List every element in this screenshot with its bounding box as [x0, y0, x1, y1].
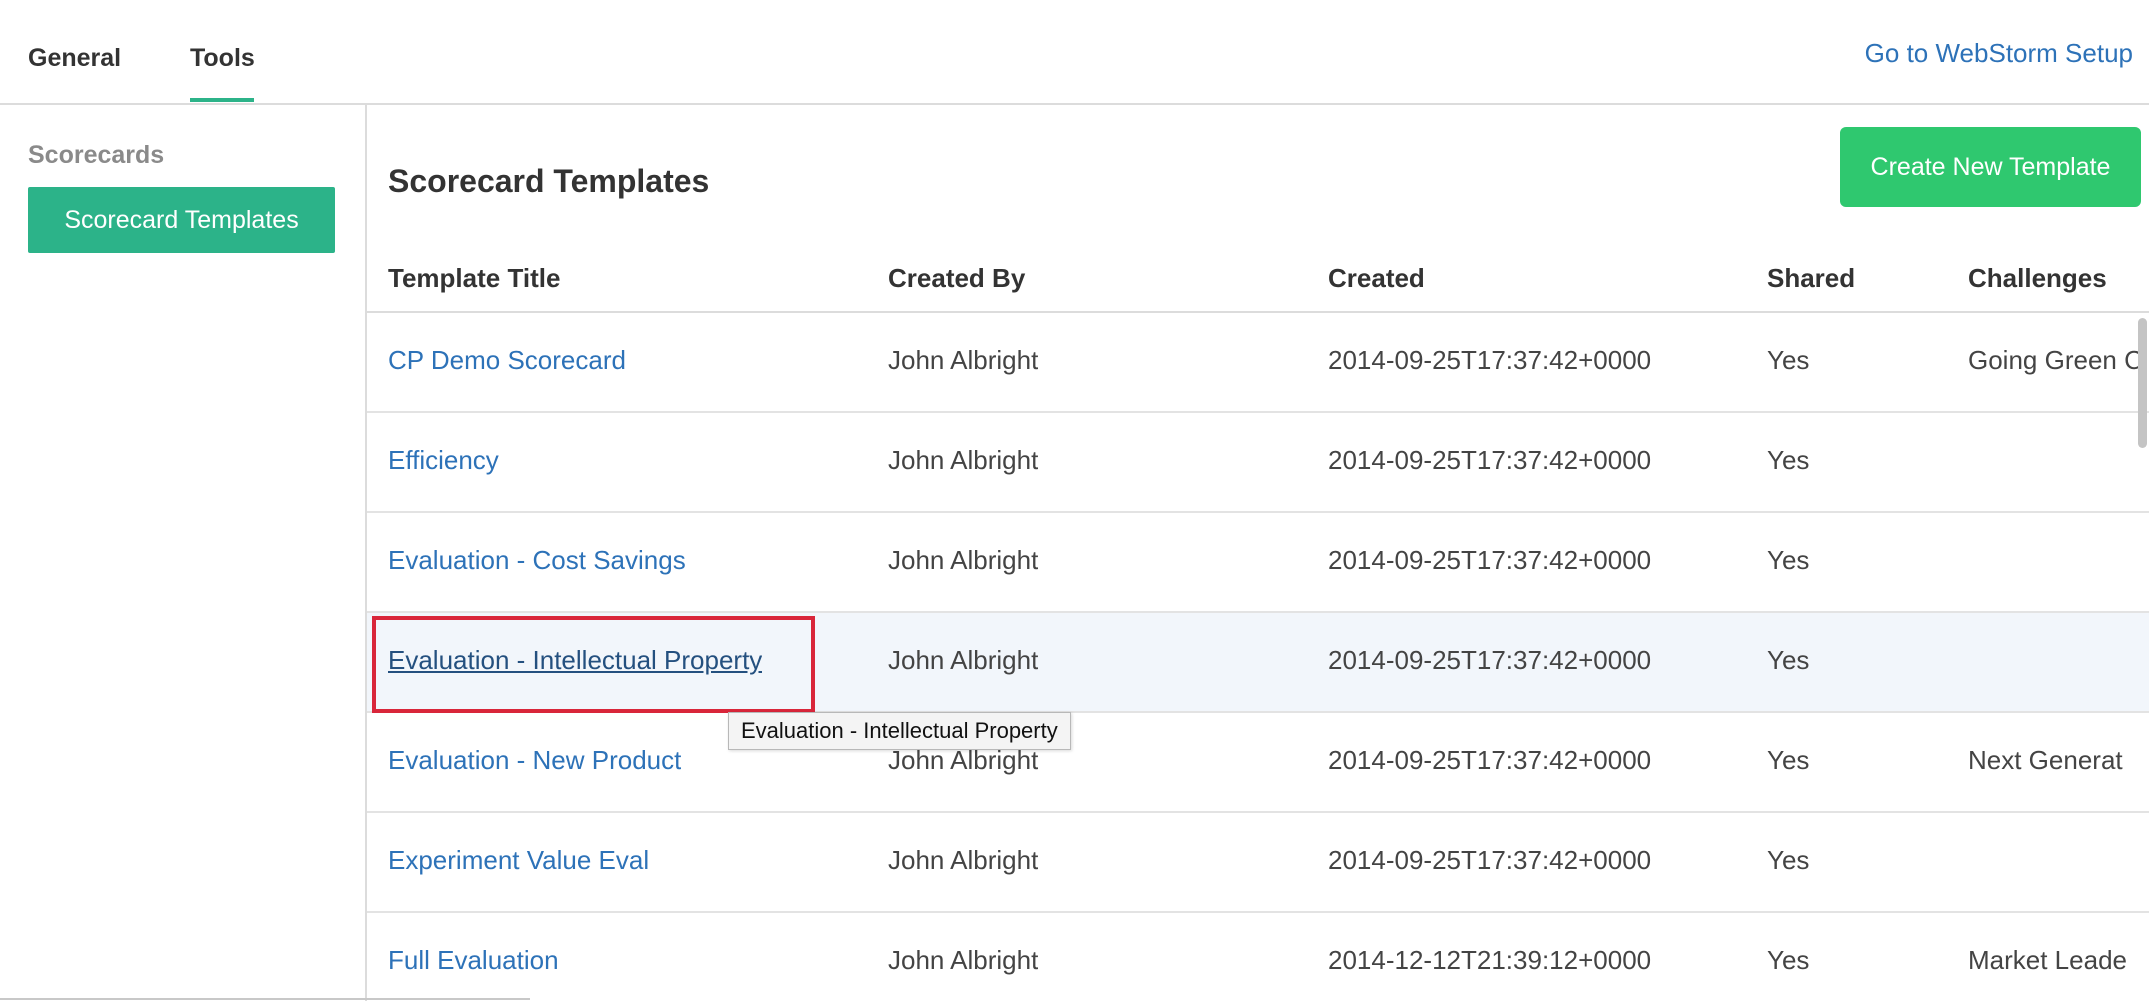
table-row-hovered: Evaluation - Intellectual Property John … — [367, 613, 2149, 713]
shared-cell: Yes — [1767, 845, 1810, 875]
created-by-cell: John Albright — [888, 845, 1039, 875]
page: General Tools Go to WebStorm Setup Score… — [0, 0, 2149, 1001]
created-by-cell: John Albright — [888, 545, 1039, 575]
setup-link[interactable]: Go to WebStorm Setup — [1865, 38, 2133, 69]
created-cell: 2014-09-25T17:37:42+0000 — [1328, 645, 1652, 675]
challenges-cell: Going Green C — [1968, 345, 2143, 375]
table-row: Experiment Value Eval John Albright 2014… — [367, 813, 2149, 913]
sidebar: Scorecards Scorecard Templates — [0, 105, 367, 1001]
top-navigation: General Tools Go to WebStorm Setup — [0, 0, 2149, 105]
template-title-link[interactable]: Evaluation - New Product — [388, 745, 681, 776]
create-new-template-button[interactable]: Create New Template — [1840, 127, 2141, 207]
table-row: Evaluation - New Product John Albright 2… — [367, 713, 2149, 813]
created-by-cell: John Albright — [888, 945, 1039, 975]
created-cell: 2014-09-25T17:37:42+0000 — [1328, 445, 1652, 475]
created-cell: 2014-12-12T21:39:12+0000 — [1328, 945, 1652, 975]
template-title-link[interactable]: Efficiency — [388, 445, 499, 476]
sidebar-heading: Scorecards — [28, 141, 165, 169]
shared-cell: Yes — [1767, 945, 1810, 975]
table-row: Efficiency John Albright 2014-09-25T17:3… — [367, 413, 2149, 513]
template-title-link[interactable]: Full Evaluation — [388, 945, 559, 976]
column-header-template-title[interactable]: Template Title — [388, 263, 560, 294]
created-by-cell: John Albright — [888, 645, 1039, 675]
vertical-scrollbar-thumb[interactable] — [2138, 318, 2147, 448]
table-row: Evaluation - Cost Savings John Albright … — [367, 513, 2149, 613]
sidebar-item-scorecard-templates[interactable]: Scorecard Templates — [28, 187, 335, 253]
page-title: Scorecard Templates — [388, 163, 710, 199]
shared-cell: Yes — [1767, 345, 1810, 375]
shared-cell: Yes — [1767, 745, 1810, 775]
tab-general[interactable]: General — [28, 44, 121, 73]
challenges-cell: Market Leade — [1968, 945, 2127, 975]
created-by-cell: John Albright — [888, 345, 1039, 375]
shared-cell: Yes — [1767, 645, 1810, 675]
template-title-link[interactable]: Evaluation - Cost Savings — [388, 545, 686, 576]
column-header-shared[interactable]: Shared — [1767, 263, 1855, 294]
template-title-link[interactable]: CP Demo Scorecard — [388, 345, 626, 376]
shared-cell: Yes — [1767, 445, 1810, 475]
table-row: Full Evaluation John Albright 2014-12-12… — [367, 913, 2149, 1001]
column-header-created-by[interactable]: Created By — [888, 263, 1025, 294]
created-cell: 2014-09-25T17:37:42+0000 — [1328, 845, 1652, 875]
created-cell: 2014-09-25T17:37:42+0000 — [1328, 745, 1652, 775]
table-row: CP Demo Scorecard John Albright 2014-09-… — [367, 313, 2149, 413]
tooltip: Evaluation - Intellectual Property — [728, 712, 1071, 750]
challenges-cell: Next Generat — [1968, 745, 2123, 775]
template-title-link[interactable]: Evaluation - Intellectual Property — [388, 645, 762, 676]
column-header-created[interactable]: Created — [1328, 263, 1425, 294]
active-tab-indicator — [190, 98, 254, 102]
created-cell: 2014-09-25T17:37:42+0000 — [1328, 345, 1652, 375]
template-title-link[interactable]: Experiment Value Eval — [388, 845, 649, 876]
column-header-challenges[interactable]: Challenges — [1968, 263, 2149, 294]
table-header: Template Title Created By Created Shared… — [367, 245, 2149, 313]
created-by-cell: John Albright — [888, 445, 1039, 475]
created-cell: 2014-09-25T17:37:42+0000 — [1328, 545, 1652, 575]
shared-cell: Yes — [1767, 545, 1810, 575]
tab-tools[interactable]: Tools — [190, 44, 255, 73]
